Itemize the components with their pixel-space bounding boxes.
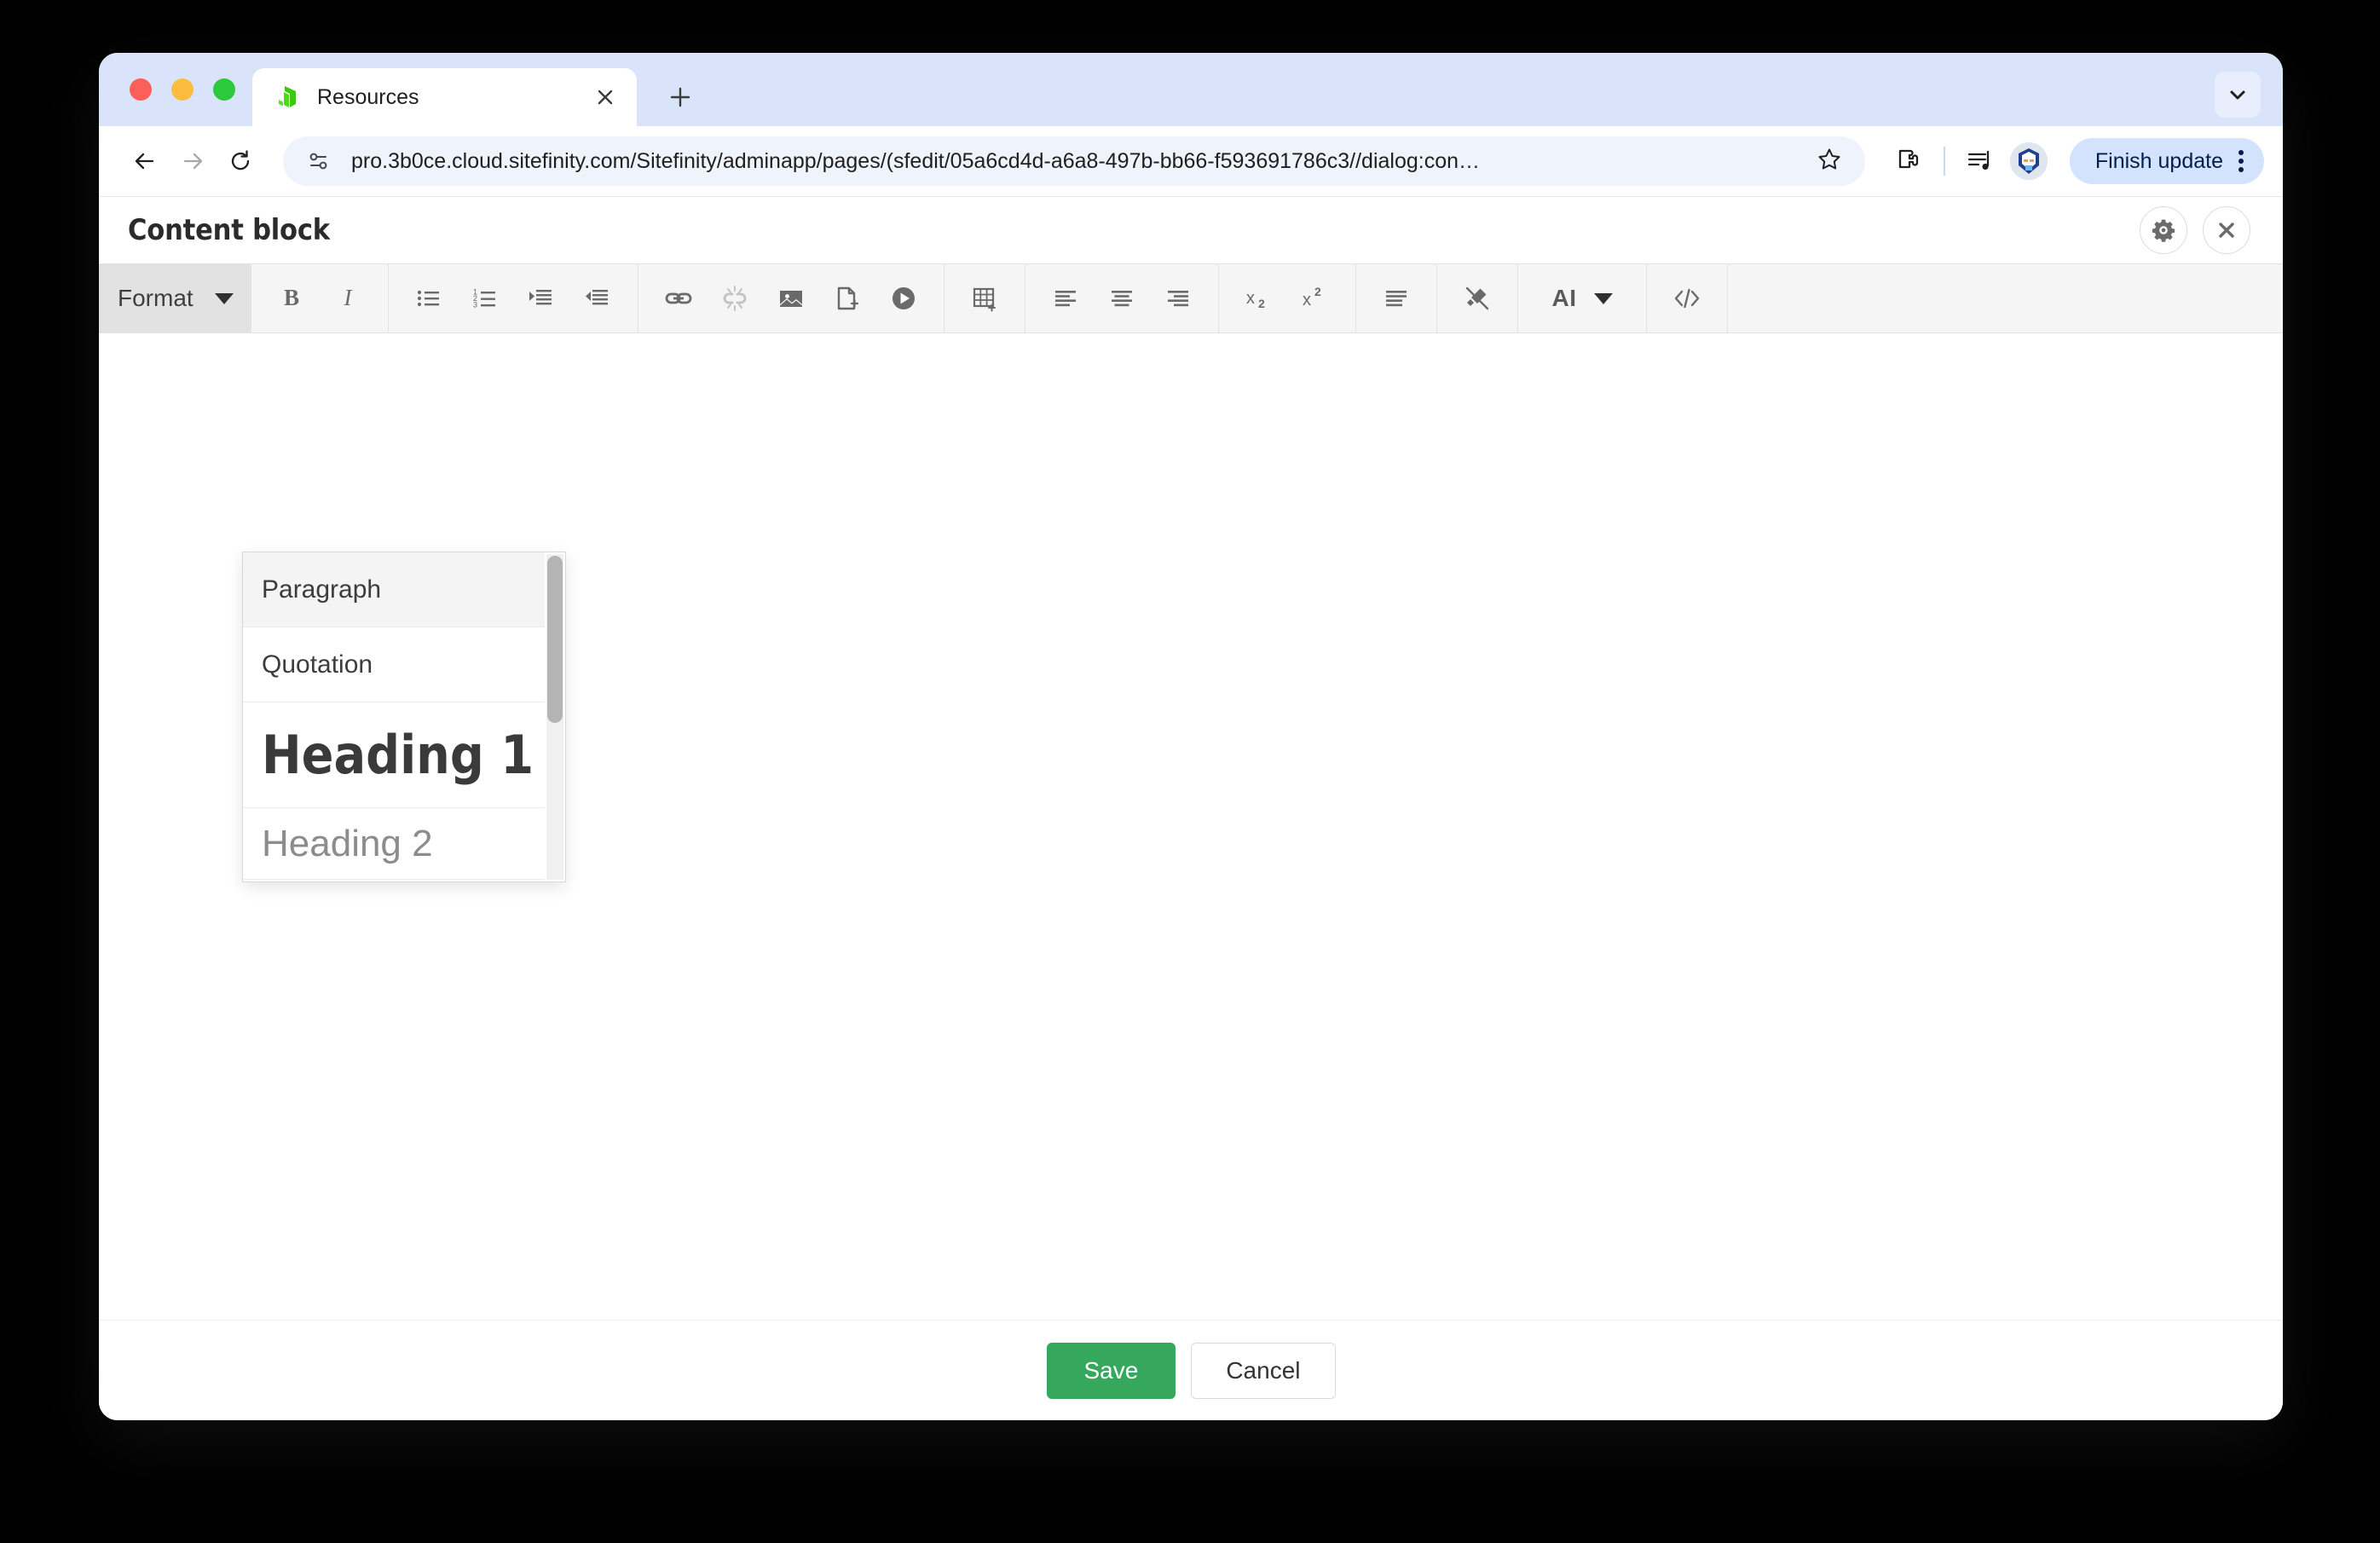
- user-avatar[interactable]: [2009, 142, 2048, 180]
- format-dropdown-label: Format: [118, 285, 194, 311]
- insert-table-button[interactable]: [956, 264, 1013, 332]
- reload-icon[interactable]: [217, 137, 264, 185]
- window-controls: [130, 78, 235, 101]
- insert-image-button[interactable]: [763, 264, 819, 332]
- format-menu-scrollbar-thumb[interactable]: [547, 556, 563, 723]
- insert-document-button[interactable]: [819, 264, 875, 332]
- bullet-list-button[interactable]: [401, 264, 457, 332]
- format-dropdown-menu: Paragraph Quotation Heading 1 Heading 2: [242, 552, 566, 882]
- indent-decrease-button[interactable]: [569, 264, 626, 332]
- toolbar-group-table: [944, 264, 1025, 332]
- svg-text:3: 3: [473, 301, 477, 309]
- caret-down-icon: [1593, 292, 1613, 304]
- format-menu-item-heading-2[interactable]: Heading 2: [243, 808, 545, 880]
- gear-icon[interactable]: [2140, 206, 2187, 254]
- close-window-button[interactable]: [130, 78, 152, 101]
- toolbar-group-text-style: B I: [251, 264, 389, 332]
- align-left-button[interactable]: [1037, 264, 1094, 332]
- media-playlist-icon[interactable]: [1957, 139, 2002, 183]
- format-menu-item-label: Heading 1: [262, 724, 534, 786]
- dialog-footer: Save Cancel: [99, 1320, 2283, 1420]
- sitefinity-content-block-dialog: Content block Format B I 1 2 3 x 2 x 2 A…: [99, 196, 2283, 1420]
- kebab-menu-icon[interactable]: [2238, 150, 2244, 172]
- star-icon[interactable]: [1816, 146, 1846, 176]
- format-menu-item-label: Quotation: [262, 650, 373, 679]
- minimize-window-button[interactable]: [171, 78, 194, 101]
- insert-video-button[interactable]: [875, 264, 932, 332]
- dialog-header-actions: [2140, 206, 2250, 254]
- svg-text:B: B: [284, 285, 299, 310]
- arrow-left-icon[interactable]: [121, 137, 169, 185]
- dialog-header: Content block: [99, 197, 2283, 263]
- toolbar-group-lists: 1 2 3: [389, 264, 638, 332]
- clear-formatting-button[interactable]: [1449, 264, 1505, 332]
- align-right-button[interactable]: [1150, 264, 1206, 332]
- toolbar-group-paragraph-format: [1356, 264, 1437, 332]
- toolbar-group-format: Format: [99, 264, 251, 332]
- svg-text:x: x: [1246, 289, 1255, 308]
- toolbar-group-ai: AI: [1518, 264, 1647, 332]
- format-menu-scrollbar[interactable]: [546, 554, 563, 880]
- numbered-list-button[interactable]: 1 2 3: [457, 264, 513, 332]
- format-menu-list: Paragraph Quotation Heading 1 Heading 2: [243, 552, 545, 881]
- toolbar-group-code: [1647, 264, 1728, 332]
- format-menu-item-label: Paragraph: [262, 575, 382, 604]
- svg-text:2: 2: [1314, 285, 1321, 298]
- arrow-right-icon: [169, 137, 217, 185]
- toolbar-group-insert: [638, 264, 944, 332]
- format-dropdown-button[interactable]: Format: [99, 264, 251, 332]
- svg-text:x: x: [1303, 291, 1311, 309]
- extensions-puzzle-icon[interactable]: [1887, 139, 1932, 183]
- format-menu-item-label: Heading 2: [262, 822, 433, 864]
- toolbar-divider: [1943, 147, 1945, 176]
- address-bar-url: pro.3b0ce.cloud.sitefinity.com/Sitefinit…: [351, 148, 1481, 173]
- bold-button[interactable]: B: [263, 264, 320, 332]
- toolbar-group-clear-format: [1437, 264, 1518, 332]
- rich-text-editor-toolbar: Format B I 1 2 3 x 2 x 2 AI: [99, 263, 2283, 333]
- maximize-window-button[interactable]: [213, 78, 235, 101]
- chevron-down-icon[interactable]: [2215, 72, 2261, 118]
- save-button[interactable]: Save: [1046, 1342, 1176, 1399]
- sitefinity-logo-icon: [273, 83, 302, 112]
- ai-dropdown-button[interactable]: AI: [1530, 264, 1634, 332]
- italic-button[interactable]: I: [320, 264, 376, 332]
- format-menu-item-quotation[interactable]: Quotation: [243, 627, 545, 702]
- browser-tab-title: Resources: [317, 84, 419, 109]
- code-view-button[interactable]: [1659, 264, 1715, 332]
- format-menu-item-paragraph[interactable]: Paragraph: [243, 552, 545, 627]
- justify-button[interactable]: [1368, 264, 1424, 332]
- superscript-button[interactable]: x 2: [1287, 264, 1343, 332]
- browser-tab[interactable]: Resources: [252, 68, 637, 126]
- subscript-button[interactable]: x 2: [1231, 264, 1287, 332]
- unlink-button: [707, 264, 763, 332]
- toolbar-group-alignment: [1025, 264, 1219, 332]
- close-icon[interactable]: [2203, 206, 2250, 254]
- svg-text:2: 2: [1258, 297, 1265, 310]
- svg-text:I: I: [344, 285, 354, 310]
- browser-toolbar: pro.3b0ce.cloud.sitefinity.com/Sitefinit…: [99, 126, 2283, 196]
- page-title: Content block: [128, 213, 330, 247]
- browser-window: Resources pro.3b0ce.cloud.sitefinity.com…: [99, 53, 2283, 1420]
- caret-down-icon: [215, 292, 234, 304]
- finish-update-button[interactable]: Finish update: [2069, 138, 2264, 184]
- address-bar[interactable]: pro.3b0ce.cloud.sitefinity.com/Sitefinit…: [283, 136, 1865, 186]
- ai-label: AI: [1551, 285, 1577, 311]
- format-menu-item-heading-1[interactable]: Heading 1: [243, 702, 545, 808]
- site-settings-icon[interactable]: [305, 147, 332, 175]
- indent-increase-button[interactable]: [513, 264, 569, 332]
- close-icon[interactable]: [589, 81, 621, 113]
- finish-update-label: Finish update: [2094, 148, 2223, 173]
- cancel-button[interactable]: Cancel: [1191, 1342, 1336, 1399]
- insert-link-button[interactable]: [650, 264, 707, 332]
- toolbar-group-script: x 2 x 2: [1219, 264, 1356, 332]
- align-center-button[interactable]: [1094, 264, 1150, 332]
- plus-icon[interactable]: [661, 78, 699, 116]
- browser-tab-strip: Resources: [99, 53, 2283, 126]
